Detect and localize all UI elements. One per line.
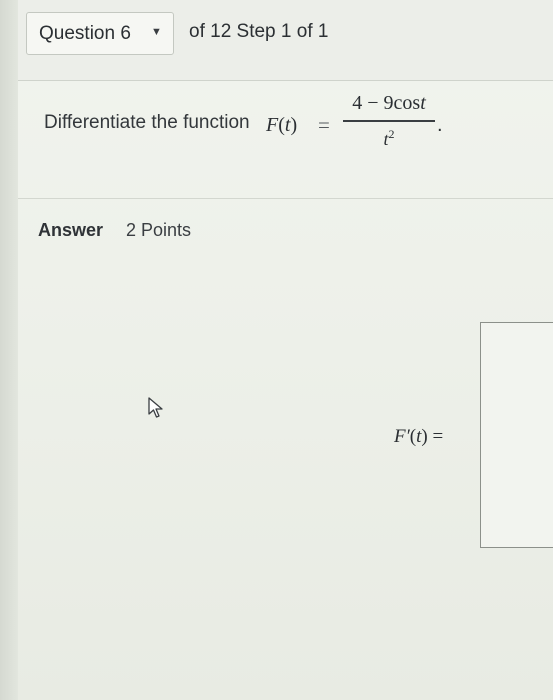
step-info: of 12 Step 1 of 1 [189, 21, 329, 42]
equals-sign: = [318, 113, 330, 137]
derivative-variable: t [416, 426, 422, 447]
answer-heading: Answer [38, 220, 104, 240]
denominator-exponent: 2 [388, 126, 395, 141]
fraction-numerator: 4 − 9cost [343, 92, 435, 118]
question-prompt: Differentiate the function [44, 112, 250, 133]
derivative-equals: = [432, 426, 444, 447]
chevron-down-icon: ▼ [151, 26, 162, 38]
function-name: F [266, 114, 279, 136]
derivative-label: F′(t) = [394, 426, 444, 447]
function-lhs: F(t) [266, 114, 298, 136]
fraction-denominator: t2 [343, 127, 435, 150]
function-fraction: 4 − 9cost t2 [343, 92, 435, 150]
function-variable: t [284, 114, 291, 136]
question-nav-bar: Question 6 ▼ of 12 Step 1 of 1 [18, 0, 553, 81]
sentence-period: . [437, 114, 443, 136]
points-label: 2 Points [126, 220, 192, 240]
answer-input-box[interactable] [480, 322, 553, 548]
question-dropdown[interactable]: Question 6 ▼ [26, 12, 174, 55]
left-rail [0, 0, 18, 700]
question-panel: Question 6 ▼ of 12 Step 1 of 1 Different… [18, 0, 553, 700]
question-dropdown-label: Question 6 [39, 22, 131, 44]
numerator-variable: t [420, 92, 426, 114]
numerator-text: 4 − 9cos [352, 92, 421, 114]
fraction-bar [343, 120, 435, 122]
question-area: Differentiate the function F(t) = 4 − 9c… [18, 80, 553, 199]
mouse-pointer-icon [148, 397, 163, 418]
derivative-name: F′ [394, 426, 410, 447]
